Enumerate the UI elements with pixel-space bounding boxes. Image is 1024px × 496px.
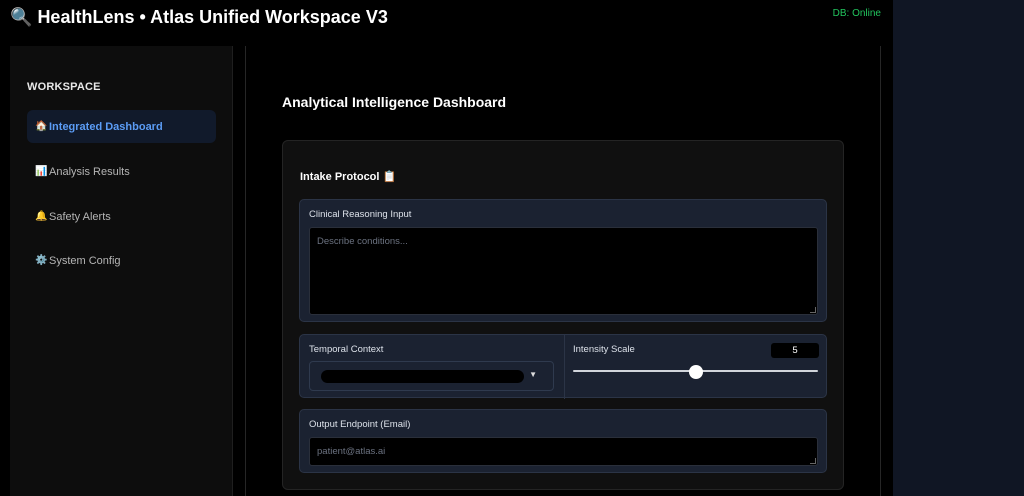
sidebar-item-integrated-dashboard[interactable]: 🏠 Integrated Dashboard [27, 110, 216, 143]
email-placeholder: patient@atlas.ai [317, 446, 386, 457]
sidebar-item-system-config[interactable]: ⚙️ System Config [27, 244, 216, 277]
app-title-text: HealthLens • Atlas Unified Workspace V3 [37, 7, 388, 27]
clipboard-icon: 📋 [382, 171, 397, 183]
content-divider-right [880, 46, 881, 496]
right-pane [893, 0, 1024, 496]
sidebar-item-label: System Config [49, 254, 121, 267]
sidebar-item-label: Safety Alerts [49, 210, 111, 223]
temporal-context-value [321, 370, 524, 383]
home-icon: 🏠 [35, 121, 48, 132]
sidebar-item-analysis-results[interactable]: 📊 Analysis Results [27, 155, 216, 188]
intensity-scale-number-input[interactable]: 5 [771, 343, 819, 358]
intensity-scale-group: Intensity Scale 5 [564, 335, 828, 399]
page-title: Analytical Intelligence Dashboard [282, 94, 507, 110]
intake-protocol-card: Intake Protocol 📋 Clinical Reasoning Inp… [282, 140, 844, 490]
app-title: 🔍 HealthLens • Atlas Unified Workspace V… [10, 7, 388, 28]
sidebar-item-label: Analysis Results [49, 165, 130, 178]
db-status-indicator: DB: Online [832, 8, 881, 19]
app-header: 🔍 HealthLens • Atlas Unified Workspace V… [0, 0, 893, 46]
card-title-text: Intake Protocol [300, 171, 380, 183]
clinical-reasoning-placeholder: Describe conditions... [317, 236, 408, 247]
temporal-intensity-row: Temporal Context ▼ Intensity Scale 5 [299, 334, 828, 399]
caret-down-icon: ▼ [529, 370, 537, 379]
sidebar-item-label: Integrated Dashboard [49, 120, 163, 133]
gear-icon: ⚙️ [35, 255, 48, 266]
clinical-reasoning-input[interactable]: Describe conditions... [309, 227, 818, 315]
search-icon: 🔍 [10, 7, 33, 27]
output-endpoint-label: Output Endpoint (Email) [309, 419, 411, 430]
bar-chart-icon: 📊 [35, 166, 48, 177]
sidebar-item-safety-alerts[interactable]: 🔔 Safety Alerts [27, 200, 216, 233]
intensity-scale-label: Intensity Scale [573, 344, 635, 355]
clinical-reasoning-group: Clinical Reasoning Input Describe condit… [299, 199, 827, 322]
sidebar: WORKSPACE 🏠 Integrated Dashboard 📊 Analy… [10, 46, 233, 496]
bell-icon: 🔔 [35, 211, 48, 222]
content-divider-left [245, 46, 246, 496]
card-title: Intake Protocol 📋 [300, 170, 396, 183]
temporal-context-label: Temporal Context [309, 344, 384, 355]
email-field[interactable]: patient@atlas.ai [309, 437, 818, 466]
resize-handle[interactable] [810, 307, 816, 313]
clinical-reasoning-label: Clinical Reasoning Input [309, 209, 412, 220]
intensity-slider-thumb[interactable] [688, 365, 703, 379]
temporal-context-select[interactable]: ▼ [309, 361, 554, 391]
resize-handle[interactable] [810, 458, 816, 464]
sidebar-heading: WORKSPACE [27, 81, 101, 93]
output-endpoint-group: Output Endpoint (Email) patient@atlas.ai [299, 409, 827, 473]
